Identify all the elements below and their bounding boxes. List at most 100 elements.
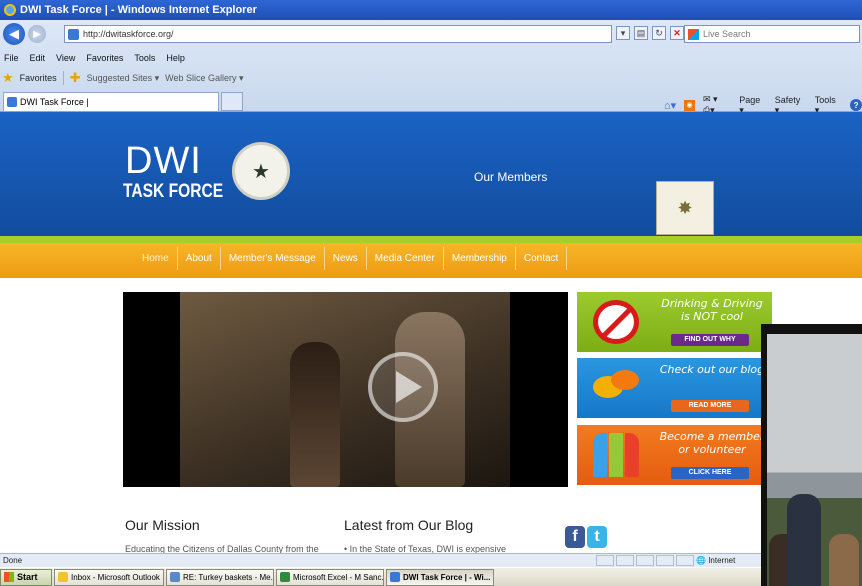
- mission-heading: Our Mission: [125, 517, 200, 533]
- promo-drinking-driving[interactable]: Drinking & Driving is NOT cool FIND OUT …: [577, 292, 772, 352]
- find-out-why-button[interactable]: FIND OUT WHY: [671, 334, 749, 346]
- favorites-star-icon[interactable]: ★: [2, 70, 14, 86]
- compatibility-icon[interactable]: ▤: [634, 26, 648, 40]
- favorites-separator: [62, 71, 64, 85]
- nav-news[interactable]: News: [325, 247, 367, 270]
- windows-flag-icon: [4, 572, 14, 582]
- window-title: DWI Task Force | - Windows Internet Expl…: [20, 4, 257, 16]
- nav-membership[interactable]: Membership: [444, 247, 516, 270]
- favorites-button[interactable]: Favorites: [20, 73, 57, 83]
- video-frame: [180, 292, 510, 487]
- mission-text: Educating the Citizens of Dallas County …: [125, 544, 319, 553]
- help-icon[interactable]: ?: [850, 99, 862, 111]
- nav-media-center[interactable]: Media Center: [367, 247, 444, 270]
- outlook-icon: [58, 572, 68, 582]
- tab-page-icon: [7, 97, 17, 107]
- home-icon[interactable]: ⌂▾: [664, 99, 676, 112]
- video-player[interactable]: [123, 292, 568, 487]
- video-figure-woman: [290, 342, 340, 487]
- our-members-link[interactable]: Our Members: [474, 170, 547, 184]
- status-cell: [656, 555, 674, 566]
- overlay-photo-window[interactable]: [761, 324, 862, 586]
- read-more-button[interactable]: READ MORE: [671, 400, 749, 412]
- search-input[interactable]: Live Search: [684, 25, 860, 43]
- task-label: RE: Turkey baskets - Me...: [183, 572, 274, 582]
- tab-title: DWI Task Force |: [20, 97, 89, 107]
- taskbar-item-email[interactable]: RE: Turkey baskets - Me...: [166, 568, 274, 586]
- tab-row: DWI Task Force | ⌂▾ ◉ ✉ ▾ ⎙▾ Page ▾ Safe…: [0, 90, 862, 115]
- photo-person: [829, 534, 859, 586]
- address-row: ◀ ▶ http://dwitaskforce.org/ ▾ ▤ ↻ ✕ Liv…: [0, 20, 862, 48]
- excel-icon: [280, 572, 290, 582]
- blog-text[interactable]: • In the State of Texas, DWI is expensiv…: [344, 544, 506, 553]
- browser-toolbar: ◀ ▶ http://dwitaskforce.org/ ▾ ▤ ↻ ✕ Liv…: [0, 20, 862, 115]
- menu-help[interactable]: Help: [166, 53, 185, 63]
- taskbar-item-excel[interactable]: Microsoft Excel - M Sanc...: [276, 568, 384, 586]
- web-slice-gallery-link[interactable]: Web Slice Gallery ▾: [165, 73, 243, 84]
- back-button[interactable]: ◀: [3, 23, 25, 45]
- address-url: http://dwitaskforce.org/: [83, 29, 174, 39]
- taskbar-item-outlook[interactable]: Inbox - Microsoft Outlook: [54, 568, 164, 586]
- add-favorites-icon[interactable]: ✚: [70, 70, 81, 86]
- task-label: DWI Task Force | - Wi...: [403, 572, 491, 582]
- no-drinking-driving-icon: [593, 300, 639, 344]
- internet-zone-icon[interactable]: 🌐 Internet: [696, 556, 735, 565]
- click-here-button[interactable]: CLICK HERE: [671, 467, 749, 479]
- nav-about[interactable]: About: [178, 247, 221, 270]
- start-button[interactable]: Start: [0, 568, 52, 586]
- email-icon: [170, 572, 180, 582]
- search-placeholder: Live Search: [703, 29, 751, 39]
- zone-label: Internet: [708, 556, 736, 565]
- status-bar: Done 🌐 Internet: [0, 553, 862, 567]
- promo-blog[interactable]: Check out our blog READ MORE: [577, 358, 772, 418]
- promo-title: Become a member or volunteer: [659, 430, 765, 456]
- address-bar[interactable]: http://dwitaskforce.org/: [64, 25, 612, 43]
- forward-button[interactable]: ▶: [28, 25, 46, 43]
- promo-title: Drinking & Driving is NOT cool: [661, 297, 763, 323]
- page-icon: [68, 29, 79, 40]
- nav-home[interactable]: Home: [134, 247, 178, 270]
- dropdown-icon[interactable]: ▾: [616, 26, 630, 40]
- tab-dwi-task-force[interactable]: DWI Task Force |: [3, 92, 219, 111]
- task-label: Inbox - Microsoft Outlook: [71, 572, 160, 582]
- live-search-icon: [688, 29, 699, 40]
- people-group-icon: [593, 433, 639, 477]
- status-cells: [596, 555, 694, 566]
- facebook-icon[interactable]: f: [565, 526, 585, 548]
- ie-icon: [390, 572, 400, 582]
- photo-person: [787, 494, 821, 586]
- web-page: DWI TASK FORCE ★ Our Members ✸ Home Abou…: [0, 112, 862, 553]
- taskbar-item-ie[interactable]: DWI Task Force | - Wi...: [386, 568, 494, 586]
- menu-edit[interactable]: Edit: [30, 53, 46, 63]
- menu-favorites[interactable]: Favorites: [86, 53, 123, 63]
- feeds-icon[interactable]: ◉: [684, 99, 695, 111]
- logo-task-force[interactable]: TASK FORCE: [123, 181, 223, 203]
- site-navbar: Home About Member's Message News Media C…: [0, 236, 862, 278]
- menu-tools[interactable]: Tools: [134, 53, 155, 63]
- screen: DWI Task Force | - Windows Internet Expl…: [0, 0, 862, 586]
- speech-bubbles-icon: [593, 366, 639, 410]
- status-cell: [676, 555, 694, 566]
- status-cell: [616, 555, 634, 566]
- play-icon[interactable]: [368, 352, 438, 422]
- start-label: Start: [17, 572, 38, 582]
- task-label: Microsoft Excel - M Sanc...: [293, 572, 384, 582]
- blog-heading: Latest from Our Blog: [344, 517, 474, 533]
- window-titlebar: DWI Task Force | - Windows Internet Expl…: [0, 0, 862, 20]
- suggested-sites-link[interactable]: Suggested Sites ▾: [87, 73, 160, 84]
- menu-view[interactable]: View: [56, 53, 75, 63]
- twitter-icon[interactable]: t: [587, 526, 607, 548]
- public-safety-badge-icon[interactable]: ✸: [656, 181, 714, 235]
- refresh-icon[interactable]: ↻: [652, 26, 666, 40]
- promo-volunteer[interactable]: Become a member or volunteer CLICK HERE: [577, 425, 772, 485]
- nav-members-message[interactable]: Member's Message: [221, 247, 325, 270]
- status-cell: [596, 555, 614, 566]
- nav-contact[interactable]: Contact: [516, 247, 568, 270]
- stop-icon[interactable]: ✕: [670, 26, 684, 40]
- logo-dwi[interactable]: DWI: [125, 142, 202, 180]
- status-text: Done: [3, 556, 23, 565]
- menu-file[interactable]: File: [4, 53, 19, 63]
- new-tab-button[interactable]: [221, 92, 243, 111]
- site-header: DWI TASK FORCE ★ Our Members ✸: [0, 112, 862, 236]
- taskbar: Start Inbox - Microsoft Outlook RE: Turk…: [0, 567, 862, 586]
